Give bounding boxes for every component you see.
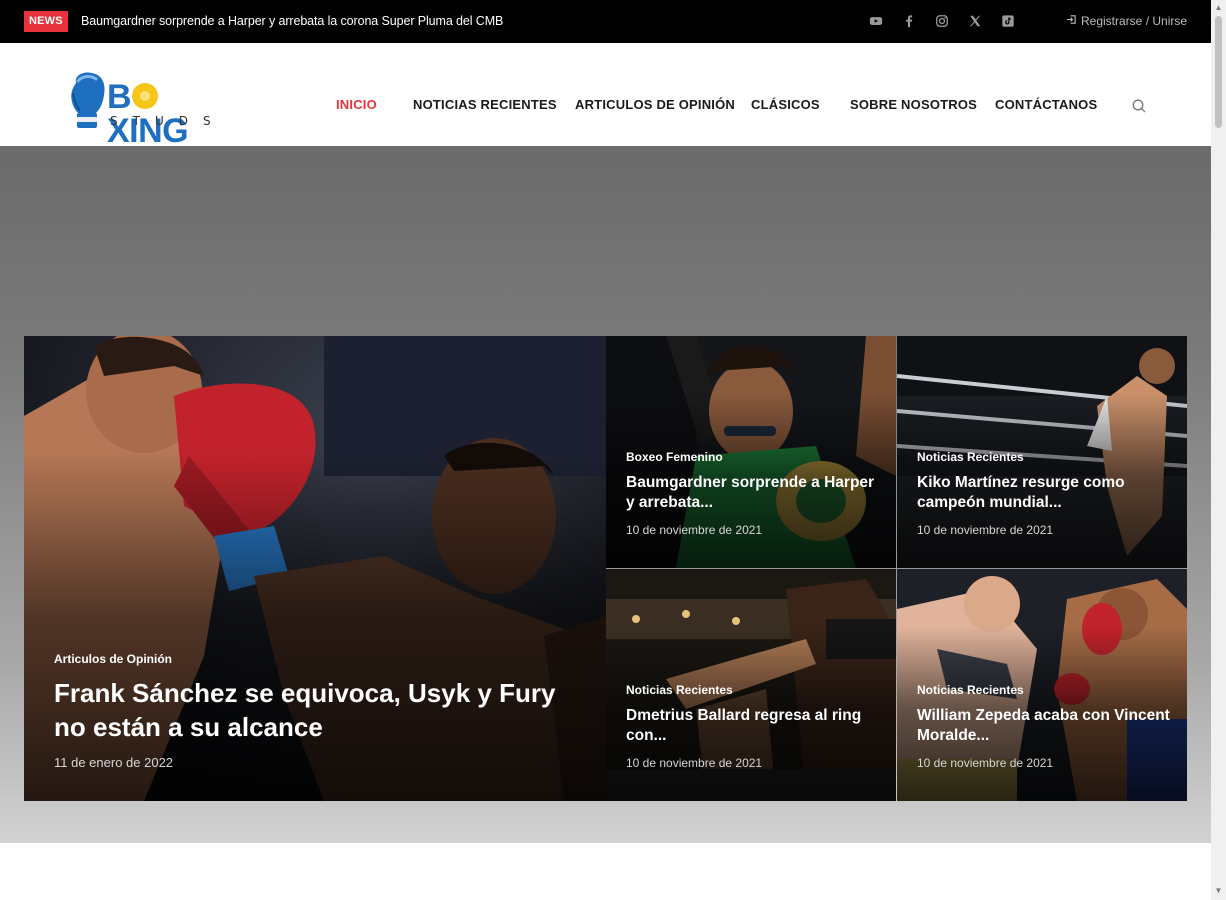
nav-item-clasicos[interactable]: CLÁSICOS <box>751 97 820 112</box>
x-icon[interactable] <box>967 13 983 29</box>
nav-item-noticias-recientes[interactable]: NOTICIAS RECIENTES <box>413 97 557 112</box>
category-label[interactable]: Noticias Recientes <box>917 683 1024 697</box>
featured-main-card[interactable]: Articulos de Opinión Frank Sánchez se eq… <box>24 336 606 801</box>
nav-item-sobre-nosotros[interactable]: SOBRE NOSOTROS <box>850 97 977 112</box>
article-date: 11 de enero de 2022 <box>54 755 174 770</box>
article-title[interactable]: Kiko Martínez resurge como campeón mundi… <box>917 473 1172 513</box>
nav-item-contactanos[interactable]: CONTÁCTANOS <box>995 97 1097 112</box>
featured-card[interactable]: Noticias Recientes William Zepeda acaba … <box>897 569 1187 801</box>
facebook-icon[interactable] <box>901 13 917 29</box>
youtube-icon[interactable] <box>868 13 884 29</box>
sign-in-icon <box>1066 14 1077 28</box>
article-title[interactable]: Dmetrius Ballard regresa al ring con... <box>626 706 881 746</box>
featured-card[interactable]: Boxeo Femenino Baumgardner sorprende a H… <box>606 336 896 568</box>
article-date: 10 de noviembre de 2021 <box>917 756 1054 770</box>
nav-item-inicio[interactable]: INICIO <box>336 97 377 112</box>
scroll-up-arrow-icon[interactable]: ▲ <box>1214 3 1223 12</box>
tiktok-icon[interactable] <box>1000 13 1016 29</box>
article-title[interactable]: Baumgardner sorprende a Harper y arrebat… <box>626 473 881 513</box>
top-bar: NEWS Baumgardner sorprende a Harper y ar… <box>0 0 1211 43</box>
article-title[interactable]: William Zepeda acaba con Vincent Moralde… <box>917 706 1172 746</box>
nav-item-articulos-de-opinion[interactable]: ARTICULOS DE OPINIÓN <box>575 97 735 112</box>
featured-grid: Articulos de Opinión Frank Sánchez se eq… <box>24 336 1187 801</box>
category-label[interactable]: Articulos de Opinión <box>54 652 172 666</box>
article-date: 10 de noviembre de 2021 <box>917 523 1054 537</box>
scroll-down-arrow-icon[interactable]: ▼ <box>1214 886 1223 895</box>
category-label[interactable]: Noticias Recientes <box>626 683 733 697</box>
boxing-glove-icon <box>71 72 105 128</box>
featured-card[interactable]: Noticias Recientes Dmetrius Ballard regr… <box>606 569 896 801</box>
login-link[interactable]: Registrarse / Unirse <box>1066 14 1187 28</box>
article-date: 10 de noviembre de 2021 <box>626 523 763 537</box>
category-label[interactable]: Noticias Recientes <box>917 450 1024 464</box>
scrollbar-thumb[interactable] <box>1215 16 1222 128</box>
site-header: BXING STUDS INICIO NOTICIAS RECIENTES AR… <box>0 43 1211 148</box>
breaking-news-ticker[interactable]: Baumgardner sorprende a Harper y arrebat… <box>81 14 503 28</box>
search-icon[interactable] <box>1131 98 1147 114</box>
logo-subtitle: STUDS <box>110 114 226 128</box>
instagram-icon[interactable] <box>934 13 950 29</box>
news-badge: NEWS <box>24 11 68 32</box>
category-label[interactable]: Boxeo Femenino <box>626 450 723 464</box>
login-label: Registrarse / Unirse <box>1081 14 1188 28</box>
article-date: 10 de noviembre de 2021 <box>626 756 763 770</box>
article-title[interactable]: Frank Sánchez se equivoca, Usyk y Fury n… <box>54 676 574 744</box>
page-scrollbar[interactable]: ▲ ▼ <box>1211 0 1226 900</box>
site-logo[interactable]: BXING STUDS <box>68 71 240 148</box>
featured-card[interactable]: Noticias Recientes Kiko Martínez resurge… <box>897 336 1187 568</box>
